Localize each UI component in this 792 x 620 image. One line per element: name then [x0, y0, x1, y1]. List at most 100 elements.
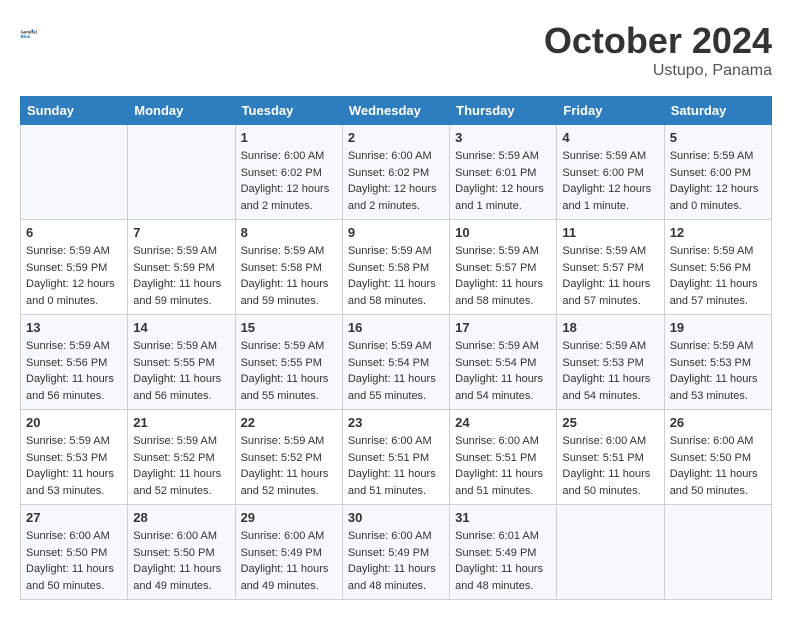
- calendar-cell: 20 Sunrise: 5:59 AMSunset: 5:53 PMDayligh…: [21, 410, 128, 505]
- header-tuesday: Tuesday: [235, 97, 342, 125]
- day-number: 18: [562, 320, 658, 335]
- calendar-cell: 19Sunrise: 5:59 AMSunset: 5:53 PMDayligh…: [664, 315, 771, 410]
- day-number: 24: [455, 415, 551, 430]
- calendar-cell: 15Sunrise: 5:59 AMSunset: 5:55 PMDayligh…: [235, 315, 342, 410]
- day-detail: Sunrise: 6:00 AMSunset: 5:50 PMDaylight:…: [670, 433, 766, 499]
- sunrise-text: Sunrise: 6:00 AM: [562, 433, 658, 450]
- day-detail: Sunrise: 6:00 AMSunset: 6:02 PMDaylight:…: [348, 148, 444, 214]
- daylight-text: Daylight: 11 hours and 50 minutes.: [670, 466, 766, 499]
- day-detail: Sunrise: 5:59 AMSunset: 6:00 PMDaylight:…: [562, 148, 658, 214]
- calendar-cell: [21, 125, 128, 220]
- sunset-text: Sunset: 5:58 PM: [241, 260, 337, 277]
- header-friday: Friday: [557, 97, 664, 125]
- day-number: 29: [241, 510, 337, 525]
- sunrise-text: Sunrise: 6:00 AM: [241, 528, 337, 545]
- day-number: 25: [562, 415, 658, 430]
- sunrise-text: Sunrise: 5:59 AM: [241, 433, 337, 450]
- sunrise-text: Sunrise: 5:59 AM: [455, 338, 551, 355]
- sunset-text: Sunset: 5:50 PM: [670, 450, 766, 467]
- day-detail: Sunrise: 6:00 AMSunset: 5:51 PMDaylight:…: [455, 433, 551, 499]
- calendar-cell: 16 Sunrise: 5:59 AMSunset: 5:54 PMDayligh…: [342, 315, 449, 410]
- sunset-text: Sunset: 6:00 PM: [562, 165, 658, 182]
- calendar-week-row: 13Sunrise: 5:59 AMSunset: 5:56 PMDayligh…: [21, 315, 772, 410]
- calendar-cell: 1Sunrise: 6:00 AMSunset: 6:02 PMDaylight…: [235, 125, 342, 220]
- sunset-text: Sunset: 5:55 PM: [241, 355, 337, 372]
- sunrise-text: Sunrise: 5:59 AM: [241, 338, 337, 355]
- calendar-cell: 8Sunrise: 5:59 AMSunset: 5:58 PMDaylight…: [235, 220, 342, 315]
- sunset-text: Sunset: 5:52 PM: [133, 450, 229, 467]
- calendar-cell: 14Sunrise: 5:59 AMSunset: 5:55 PMDayligh…: [128, 315, 235, 410]
- day-detail: Sunrise: 5:59 AMSunset: 5:59 PMDaylight:…: [133, 243, 229, 309]
- calendar-cell: [664, 505, 771, 600]
- sunset-text: Sunset: 5:59 PM: [133, 260, 229, 277]
- calendar-cell: 5Sunrise: 5:59 AMSunset: 6:00 PMDaylight…: [664, 125, 771, 220]
- calendar-cell: 31Sunrise: 6:01 AMSunset: 5:49 PMDayligh…: [450, 505, 557, 600]
- sunrise-text: Sunrise: 5:59 AM: [26, 338, 122, 355]
- day-number: 19: [670, 320, 766, 335]
- day-number: 20: [26, 415, 122, 430]
- daylight-text: Daylight: 11 hours and 48 minutes.: [348, 561, 444, 594]
- day-detail: Sunrise: 5:59 AMSunset: 5:52 PMDaylight:…: [241, 433, 337, 499]
- daylight-text: Daylight: 11 hours and 56 minutes.: [26, 371, 122, 404]
- day-detail: Sunrise: 6:00 AMSunset: 5:50 PMDaylight:…: [26, 528, 122, 594]
- sunrise-text: Sunrise: 5:59 AM: [455, 148, 551, 165]
- sunrise-text: Sunrise: 5:59 AM: [348, 243, 444, 260]
- day-detail: Sunrise: 5:59 AMSunset: 5:56 PMDaylight:…: [670, 243, 766, 309]
- day-detail: Sunrise: 6:01 AMSunset: 5:49 PMDaylight:…: [455, 528, 551, 594]
- sunrise-text: Sunrise: 5:59 AM: [26, 243, 122, 260]
- calendar-cell: 3Sunrise: 5:59 AMSunset: 6:01 PMDaylight…: [450, 125, 557, 220]
- daylight-text: Daylight: 11 hours and 50 minutes.: [562, 466, 658, 499]
- daylight-text: Daylight: 11 hours and 49 minutes.: [133, 561, 229, 594]
- sunrise-text: Sunrise: 5:59 AM: [670, 148, 766, 165]
- calendar-cell: 24 Sunrise: 6:00 AMSunset: 5:51 PMDayligh…: [450, 410, 557, 505]
- sunrise-text: Sunrise: 6:00 AM: [670, 433, 766, 450]
- calendar-cell: 28Sunrise: 6:00 AMSunset: 5:50 PMDayligh…: [128, 505, 235, 600]
- sunrise-text: Sunrise: 6:00 AM: [348, 528, 444, 545]
- sunset-text: Sunset: 5:57 PM: [562, 260, 658, 277]
- sunset-text: Sunset: 5:53 PM: [562, 355, 658, 372]
- calendar-cell: 27Sunrise: 6:00 AMSunset: 5:50 PMDayligh…: [21, 505, 128, 600]
- daylight-text: Daylight: 11 hours and 49 minutes.: [241, 561, 337, 594]
- daylight-text: Daylight: 11 hours and 59 minutes.: [241, 276, 337, 309]
- sunrise-text: Sunrise: 5:59 AM: [348, 338, 444, 355]
- calendar-cell: 22Sunrise: 5:59 AMSunset: 5:52 PMDayligh…: [235, 410, 342, 505]
- daylight-text: Daylight: 11 hours and 53 minutes.: [670, 371, 766, 404]
- calendar-cell: 29Sunrise: 6:00 AMSunset: 5:49 PMDayligh…: [235, 505, 342, 600]
- sunset-text: Sunset: 5:51 PM: [348, 450, 444, 467]
- calendar-cell: 21Sunrise: 5:59 AMSunset: 5:52 PMDayligh…: [128, 410, 235, 505]
- daylight-text: Daylight: 11 hours and 51 minutes.: [348, 466, 444, 499]
- sunset-text: Sunset: 6:01 PM: [455, 165, 551, 182]
- header-monday: Monday: [128, 97, 235, 125]
- header-sunday: Sunday: [21, 97, 128, 125]
- calendar-week-row: 6Sunrise: 5:59 AMSunset: 5:59 PMDaylight…: [21, 220, 772, 315]
- sunrise-text: Sunrise: 6:00 AM: [455, 433, 551, 450]
- calendar-cell: 4Sunrise: 5:59 AMSunset: 6:00 PMDaylight…: [557, 125, 664, 220]
- calendar-cell: 9Sunrise: 5:59 AMSunset: 5:58 PMDaylight…: [342, 220, 449, 315]
- day-number: 10: [455, 225, 551, 240]
- sunrise-text: Sunrise: 6:00 AM: [241, 148, 337, 165]
- sunrise-text: Sunrise: 5:59 AM: [133, 433, 229, 450]
- daylight-text: Daylight: 11 hours and 54 minutes.: [562, 371, 658, 404]
- daylight-text: Daylight: 11 hours and 48 minutes.: [455, 561, 551, 594]
- sunset-text: Sunset: 6:02 PM: [241, 165, 337, 182]
- day-number: 16: [348, 320, 444, 335]
- day-detail: Sunrise: 5:59 AMSunset: 5:55 PMDaylight:…: [241, 338, 337, 404]
- sunrise-text: Sunrise: 5:59 AM: [562, 243, 658, 260]
- day-detail: Sunrise: 5:59 AMSunset: 5:54 PMDaylight:…: [348, 338, 444, 404]
- sunset-text: Sunset: 5:53 PM: [26, 450, 122, 467]
- calendar-cell: 26Sunrise: 6:00 AMSunset: 5:50 PMDayligh…: [664, 410, 771, 505]
- day-number: 14: [133, 320, 229, 335]
- sunrise-text: Sunrise: 6:00 AM: [348, 433, 444, 450]
- sunrise-text: Sunrise: 5:59 AM: [562, 338, 658, 355]
- page-header: General Blue October 2024 Ustupo, Panama: [20, 20, 772, 80]
- calendar-header-row: Sunday Monday Tuesday Wednesday Thursday…: [21, 97, 772, 125]
- sunrise-text: Sunrise: 5:59 AM: [133, 338, 229, 355]
- day-number: 23: [348, 415, 444, 430]
- day-number: 28: [133, 510, 229, 525]
- day-detail: Sunrise: 5:59 AMSunset: 6:01 PMDaylight:…: [455, 148, 551, 214]
- day-detail: Sunrise: 5:59 AMSunset: 5:53 PMDaylight:…: [26, 433, 122, 499]
- daylight-text: Daylight: 12 hours and 1 minute.: [562, 181, 658, 214]
- day-detail: Sunrise: 6:00 AMSunset: 6:02 PMDaylight:…: [241, 148, 337, 214]
- calendar-cell: 11Sunrise: 5:59 AMSunset: 5:57 PMDayligh…: [557, 220, 664, 315]
- logo: General Blue: [20, 20, 48, 48]
